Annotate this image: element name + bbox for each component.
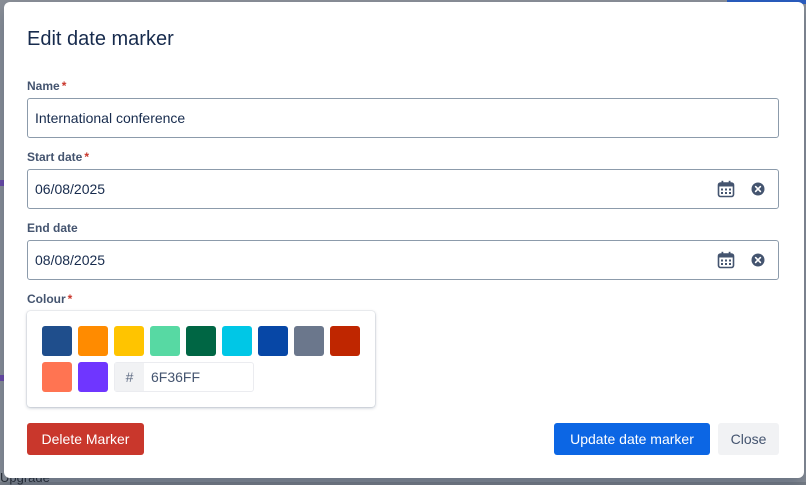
colour-swatch[interactable] xyxy=(42,326,72,356)
clear-icon[interactable] xyxy=(746,248,770,272)
colour-swatch[interactable] xyxy=(222,326,252,356)
start-date-value[interactable]: 06/08/2025 xyxy=(28,181,714,197)
start-date-picker[interactable]: 06/08/2025 xyxy=(27,169,779,209)
calendar-icon[interactable] xyxy=(714,177,738,201)
hex-colour-field[interactable]: # xyxy=(114,362,254,392)
update-date-marker-button[interactable]: Update date marker xyxy=(554,423,710,455)
start-date-label: Start date * xyxy=(27,150,89,164)
end-date-label: End date xyxy=(27,221,78,235)
colour-swatch[interactable] xyxy=(78,362,108,392)
colour-swatch[interactable] xyxy=(258,326,288,356)
colour-palette: # xyxy=(27,311,375,407)
colour-swatch[interactable] xyxy=(114,326,144,356)
end-date-value[interactable]: 08/08/2025 xyxy=(28,252,714,268)
colour-swatch[interactable] xyxy=(42,362,72,392)
colour-swatch[interactable] xyxy=(330,326,360,356)
name-label: Name * xyxy=(27,79,66,93)
name-input-value[interactable]: International conference xyxy=(28,110,778,126)
end-date-picker[interactable]: 08/08/2025 xyxy=(27,240,779,280)
calendar-icon[interactable] xyxy=(714,248,738,272)
delete-marker-button[interactable]: Delete Marker xyxy=(27,423,144,455)
start-date-label-text: Start date xyxy=(27,150,83,164)
colour-label-text: Colour xyxy=(27,292,66,306)
close-button[interactable]: Close xyxy=(718,423,779,455)
name-input[interactable]: International conference xyxy=(27,98,779,138)
clear-icon[interactable] xyxy=(746,177,770,201)
required-indicator: * xyxy=(67,292,73,306)
colour-swatch[interactable] xyxy=(78,326,108,356)
hex-colour-input[interactable] xyxy=(144,363,253,391)
dialog-title: Edit date marker xyxy=(27,28,174,50)
colour-swatch[interactable] xyxy=(186,326,216,356)
hex-prefix: # xyxy=(115,363,144,391)
required-indicator: * xyxy=(61,79,67,93)
edit-date-marker-dialog: Edit date marker Name * International con… xyxy=(4,2,804,478)
required-indicator: * xyxy=(84,150,90,164)
colour-swatch[interactable] xyxy=(150,326,180,356)
colour-swatch[interactable] xyxy=(294,326,324,356)
colour-label: Colour * xyxy=(27,292,72,306)
name-label-text: Name xyxy=(27,79,60,93)
